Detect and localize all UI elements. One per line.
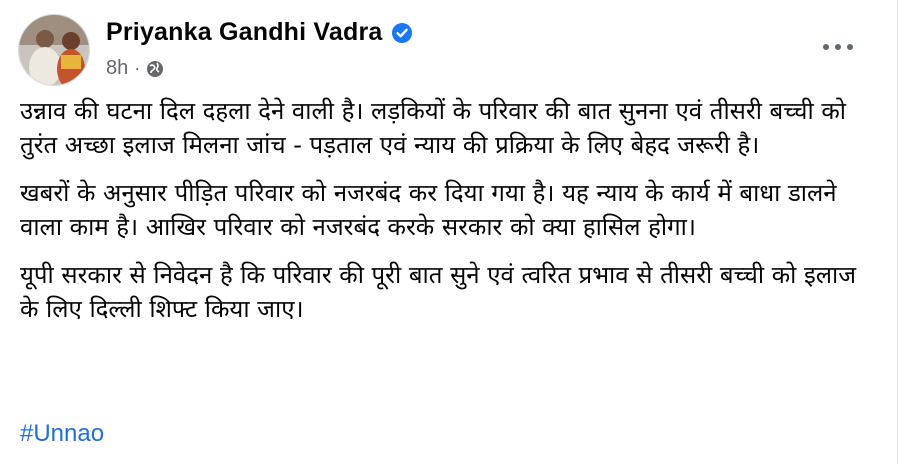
avatar-image — [19, 15, 89, 85]
globe-icon[interactable] — [146, 60, 164, 78]
verified-badge-icon — [391, 22, 413, 44]
post-paragraph: उन्नाव की घटना दिल दहला देने वाली है। लड… — [20, 97, 847, 159]
meta-separator: · — [134, 58, 141, 78]
more-options-icon[interactable] — [823, 40, 853, 54]
author-name[interactable]: Priyanka Gandhi Vadra — [106, 18, 383, 47]
avatar[interactable] — [18, 14, 90, 86]
hashtag-link[interactable]: #Unnao — [20, 420, 104, 448]
post-header: Priyanka Gandhi Vadra 8h · — [18, 14, 413, 86]
more-dot — [823, 44, 829, 50]
more-dot — [847, 44, 853, 50]
post-timestamp[interactable]: 8h — [106, 57, 128, 80]
more-dot — [835, 44, 841, 50]
post-paragraph: यूपी सरकार से निवेदन है कि परिवार की पूर… — [20, 261, 857, 323]
facebook-post: Priyanka Gandhi Vadra 8h · उन्नाव की घटन… — [0, 0, 898, 464]
post-paragraph: खबरों के अनुसार पीड़ित परिवार को नजरबंद … — [20, 179, 837, 241]
post-body: उन्नाव की घटना दिल दहला देने वाली है। लड… — [20, 94, 870, 340]
